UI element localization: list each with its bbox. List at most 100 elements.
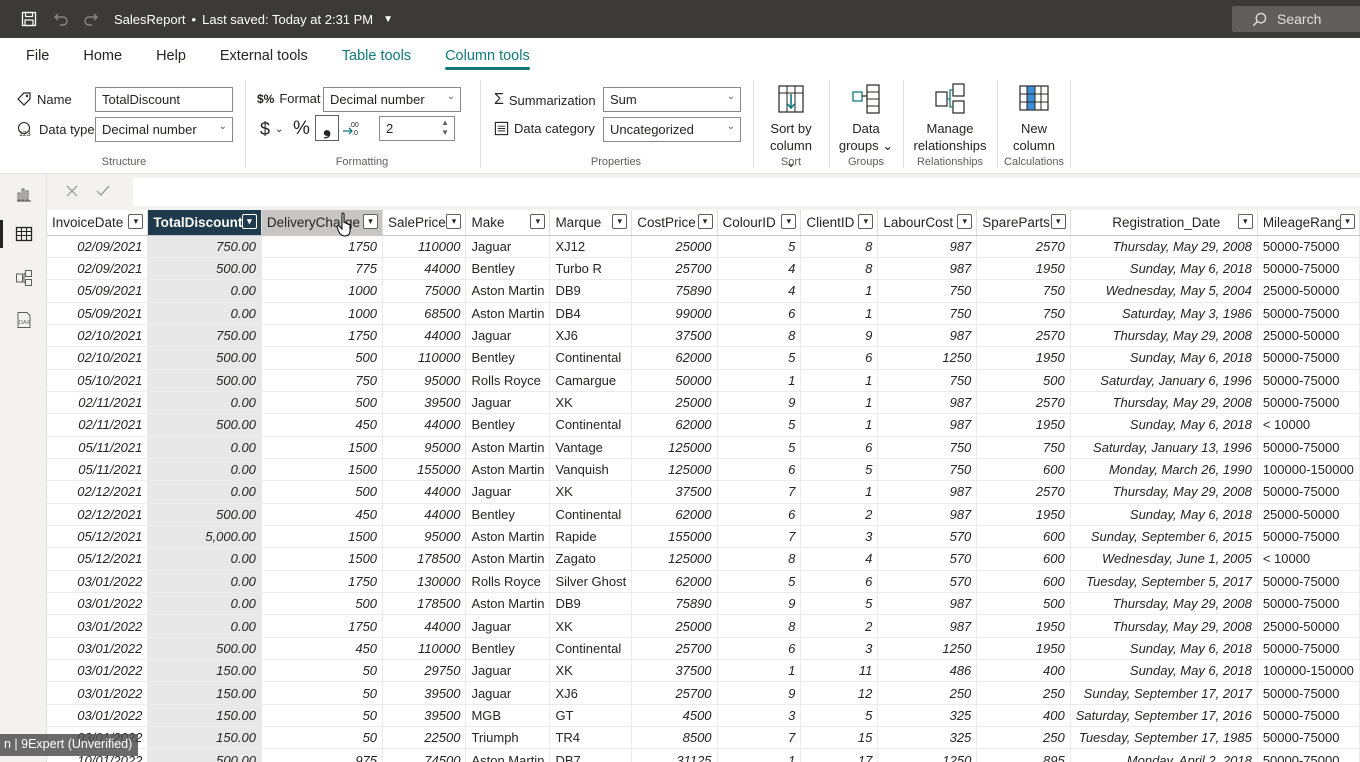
table-cell[interactable]: 130000 <box>382 570 467 594</box>
table-cell[interactable]: 750 <box>877 436 978 459</box>
table-cell[interactable]: 0.00 <box>147 570 262 594</box>
table-cell[interactable]: Aston Martin <box>465 748 551 762</box>
column-header-costprice[interactable]: CostPrice ▾ <box>631 210 718 236</box>
table-cell[interactable]: 178500 <box>382 547 467 571</box>
table-cell[interactable]: 31125 <box>631 748 718 762</box>
table-cell[interactable]: 15 <box>800 726 879 750</box>
table-cell[interactable]: 4500 <box>631 704 718 728</box>
table-cell[interactable]: 25000-50000 <box>1257 503 1360 526</box>
table-cell[interactable]: 100000-150000 <box>1257 659 1360 683</box>
table-cell[interactable]: 125000 <box>631 547 718 571</box>
table-cell[interactable]: 99000 <box>631 302 718 325</box>
table-cell[interactable]: 1 <box>800 480 879 504</box>
table-cell[interactable]: 8 <box>800 257 879 281</box>
column-filter-chevron-icon[interactable]: ▾ <box>530 214 546 229</box>
table-cell[interactable]: 37500 <box>631 659 718 683</box>
table-cell[interactable]: 500 <box>261 592 384 616</box>
table-cell[interactable]: 400 <box>976 659 1071 683</box>
table-cell[interactable]: 750 <box>877 279 978 303</box>
table-cell[interactable]: 9 <box>717 391 802 415</box>
table-cell[interactable]: 50 <box>261 726 384 750</box>
table-cell[interactable]: 39500 <box>382 704 467 728</box>
table-cell[interactable]: 50000-75000 <box>1257 480 1360 504</box>
table-cell[interactable]: 6 <box>717 503 802 526</box>
table-cell[interactable]: 0.00 <box>147 279 262 303</box>
table-cell[interactable]: 50000-75000 <box>1257 748 1360 762</box>
table-cell[interactable]: Monday, March 26, 1990 <box>1070 458 1258 482</box>
table-cell[interactable]: XK <box>549 659 633 683</box>
table-cell[interactable]: Sunday, May 6, 2018 <box>1070 637 1258 661</box>
table-cell[interactable]: 02/10/2021 <box>47 324 149 348</box>
table-cell[interactable]: XK <box>549 480 633 504</box>
table-cell[interactable]: 750 <box>877 458 978 482</box>
table-cell[interactable]: 0.00 <box>147 592 262 616</box>
table-cell[interactable]: Bentley <box>465 413 551 437</box>
table-cell[interactable]: Bentley <box>465 637 551 661</box>
table-cell[interactable]: 500 <box>261 391 384 415</box>
table-cell[interactable]: 03/01/2022 <box>47 637 149 661</box>
table-cell[interactable]: 500 <box>976 369 1071 392</box>
thousands-separator-button[interactable]: ❟ <box>315 115 339 141</box>
table-cell[interactable]: Tuesday, September 5, 2017 <box>1070 570 1258 594</box>
table-cell[interactable]: Camargue <box>549 369 633 392</box>
table-cell[interactable]: 3 <box>800 525 879 549</box>
table-cell[interactable]: 3 <box>717 704 802 728</box>
table-cell[interactable]: 1250 <box>877 748 978 762</box>
table-cell[interactable]: 1950 <box>976 503 1071 526</box>
table-cell[interactable]: 1500 <box>261 525 384 549</box>
manage-relationships-button[interactable]: Manage relationships <box>909 82 991 154</box>
column-header-invoicedate[interactable]: InvoiceDate ▾ <box>47 210 149 236</box>
table-cell[interactable]: 750 <box>877 302 978 325</box>
table-cell[interactable]: Jaguar <box>465 480 551 504</box>
table-view-button[interactable] <box>0 214 47 254</box>
table-cell[interactable]: Sunday, May 6, 2018 <box>1070 346 1258 370</box>
table-cell[interactable]: 600 <box>976 458 1071 482</box>
table-cell[interactable]: 03/01/2022 <box>47 704 149 728</box>
table-cell[interactable]: 0.00 <box>147 436 262 459</box>
decrease-decimal-icon[interactable]: .00.0 <box>342 120 362 136</box>
table-cell[interactable]: Continental <box>549 413 633 437</box>
table-cell[interactable]: 125000 <box>631 436 718 459</box>
table-cell[interactable]: XJ12 <box>549 235 633 258</box>
table-cell[interactable]: 75890 <box>631 592 718 616</box>
table-cell[interactable]: Aston Martin <box>465 436 551 459</box>
table-cell[interactable]: 750.00 <box>147 324 262 348</box>
table-cell[interactable]: 1500 <box>261 547 384 571</box>
table-cell[interactable]: Rolls Royce <box>465 369 551 392</box>
table-cell[interactable]: Thursday, May 29, 2008 <box>1070 324 1258 348</box>
table-cell[interactable]: 1 <box>800 391 879 415</box>
table-cell[interactable]: 1750 <box>261 570 384 594</box>
table-cell[interactable]: Aston Martin <box>465 458 551 482</box>
table-cell[interactable]: Jaguar <box>465 235 551 258</box>
table-cell[interactable]: 95000 <box>382 436 467 459</box>
currency-button[interactable]: $ ⌄ <box>260 119 283 140</box>
table-cell[interactable]: 987 <box>877 235 978 258</box>
column-header-spareparts[interactable]: SpareParts ▾ <box>976 210 1071 236</box>
table-cell[interactable]: 5 <box>717 235 802 258</box>
table-cell[interactable]: 1 <box>800 369 879 392</box>
table-cell[interactable]: 7 <box>717 726 802 750</box>
table-cell[interactable]: 600 <box>976 570 1071 594</box>
table-cell[interactable]: 500.00 <box>147 346 262 370</box>
table-cell[interactable]: 987 <box>877 257 978 281</box>
table-cell[interactable]: 05/09/2021 <box>47 302 149 325</box>
table-cell[interactable]: 110000 <box>382 637 467 661</box>
table-cell[interactable]: 8 <box>800 235 879 258</box>
table-cell[interactable]: DB9 <box>549 592 633 616</box>
table-cell[interactable]: Zagato <box>549 547 633 571</box>
table-cell[interactable]: Saturday, January 6, 1996 <box>1070 369 1258 392</box>
table-cell[interactable]: 25700 <box>631 257 718 281</box>
table-cell[interactable]: Saturday, September 17, 2016 <box>1070 704 1258 728</box>
table-cell[interactable]: Sunday, September 17, 2017 <box>1070 681 1258 705</box>
table-cell[interactable]: 44000 <box>382 413 467 437</box>
table-cell[interactable]: Triumph <box>465 726 551 750</box>
table-cell[interactable]: 50000-75000 <box>1257 726 1360 750</box>
table-cell[interactable]: 150.00 <box>147 704 262 728</box>
table-cell[interactable]: Jaguar <box>465 614 551 638</box>
table-cell[interactable]: 1250 <box>877 346 978 370</box>
table-cell[interactable]: Rapide <box>549 525 633 549</box>
tab-file[interactable]: File <box>0 38 66 74</box>
table-cell[interactable]: Aston Martin <box>465 592 551 616</box>
table-cell[interactable]: Sunday, May 6, 2018 <box>1070 413 1258 437</box>
table-cell[interactable]: 7 <box>717 480 802 504</box>
